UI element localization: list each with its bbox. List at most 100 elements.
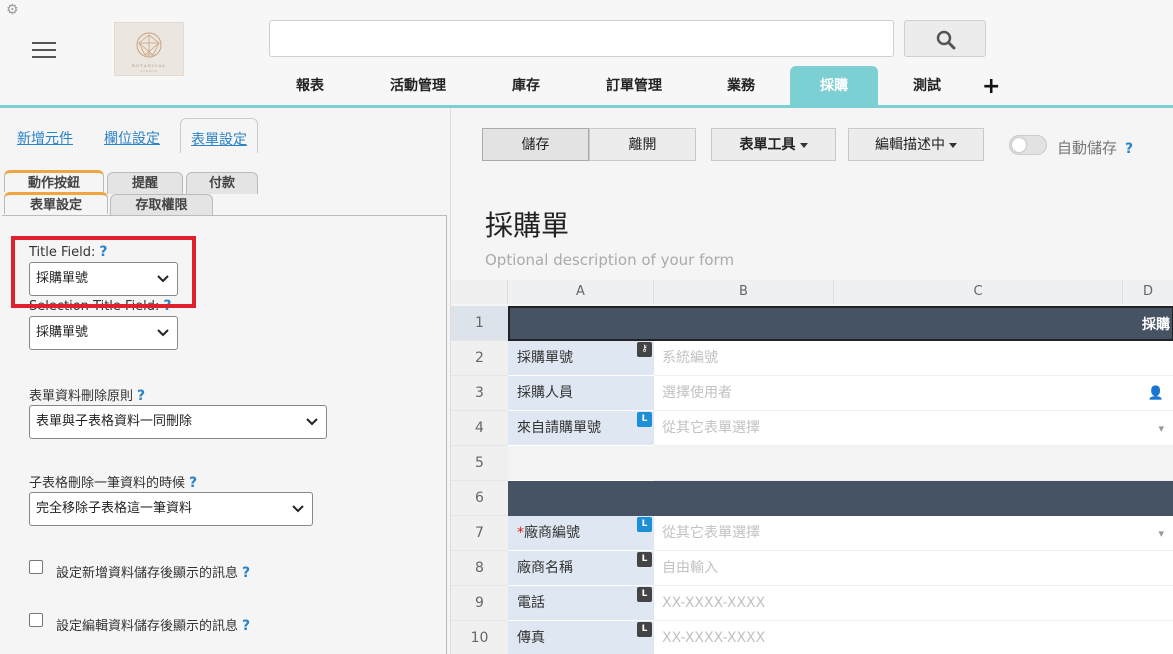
help-icon[interactable]: ? (137, 388, 145, 404)
help-icon[interactable]: ? (1125, 141, 1133, 157)
row-number[interactable]: 10 (451, 621, 508, 654)
empty-cell[interactable] (654, 446, 1173, 481)
corner-cell (451, 280, 508, 304)
form-tools-button[interactable]: 表單工具 (711, 128, 836, 161)
logo-text: BOTANICAL (131, 63, 167, 68)
field-label-cell[interactable]: 傳真 (508, 621, 654, 654)
nav-item-test[interactable]: 測試 (878, 66, 976, 105)
tab-field-settings[interactable]: 欄位設定 (104, 123, 160, 155)
form-grid: A B C D 1 採購 2 採購單號 ⚷ 系統編號 3 採購人員 選擇使用者 … (451, 280, 1173, 654)
field-value-cell[interactable]: XX-XXXX-XXXX (654, 586, 1173, 621)
logo-mark-icon (136, 32, 162, 58)
subtab-access-rights[interactable]: 存取權限 (110, 194, 213, 216)
logo-subtext: STUDIO (140, 69, 158, 73)
field-value-cell[interactable]: 自由輸入 (654, 551, 1173, 586)
autosave-toggle[interactable] (1009, 135, 1047, 155)
help-icon[interactable]: ? (242, 565, 250, 581)
tab-form-settings[interactable]: 表單設定 (180, 118, 258, 153)
column-header-b[interactable]: B (654, 280, 834, 304)
row-number[interactable]: 6 (451, 481, 508, 516)
form-description[interactable]: Optional description of your form (485, 251, 734, 269)
app-header: ⚙ BOTANICAL STUDIO 報表 活動管理 庫存 訂單管理 業務 採購 (0, 0, 1173, 108)
nav-item-events[interactable]: 活動管理 (360, 66, 476, 105)
row-number[interactable]: 2 (451, 341, 508, 376)
row-number[interactable]: 8 (451, 551, 508, 586)
lookup-badge-icon: L (637, 552, 652, 567)
subtable-delete-select[interactable]: 完全移除子表格這一筆資料 (29, 492, 313, 526)
help-icon[interactable]: ? (242, 618, 250, 634)
add-tab-button[interactable]: + (982, 74, 1000, 99)
column-header-c[interactable]: C (834, 280, 1123, 304)
subtab-reminders[interactable]: 提醒 (107, 172, 183, 194)
row-number[interactable]: 4 (451, 411, 508, 446)
field-value-cell[interactable]: 選擇使用者 👤 (654, 376, 1173, 411)
save-button[interactable]: 儲存 (482, 128, 589, 161)
section-header[interactable] (508, 481, 1173, 516)
user-icon: 👤 (1147, 386, 1164, 401)
nav-item-purchasing[interactable]: 採購 (790, 66, 878, 105)
chevron-down-icon (292, 505, 304, 513)
required-marker: * (517, 525, 524, 541)
caret-down-icon (949, 142, 957, 148)
key-icon: ⚷ (637, 342, 652, 357)
field-label-cell[interactable]: 採購人員 (508, 376, 654, 411)
nav-item-inventory[interactable]: 庫存 (476, 66, 576, 105)
field-label-cell[interactable]: 廠商名稱 (508, 551, 654, 586)
dropdown-arrow-icon: ▾ (1158, 527, 1164, 540)
selection-title-field-select[interactable]: 採購單號 (29, 316, 178, 350)
row-number[interactable]: 3 (451, 376, 508, 411)
hamburger-menu-icon[interactable] (32, 42, 56, 60)
field-value-cell[interactable]: 從其它表單選擇 ▾ (654, 516, 1173, 551)
tab-add-element[interactable]: 新增元件 (17, 123, 73, 155)
edit-message-checkbox[interactable] (29, 613, 43, 627)
delete-rule-value: 表單與子表格資料一同刪除 (36, 414, 193, 429)
lookup-badge-icon: L (637, 587, 652, 602)
search-button[interactable] (904, 20, 986, 57)
field-label-cell[interactable]: 電話 (508, 586, 654, 621)
field-label-cell[interactable]: 採購單號 (508, 341, 654, 376)
delete-rule-label: 表單資料刪除原則? (29, 388, 146, 404)
subtab-action-buttons[interactable]: 動作按鈕 (4, 170, 104, 192)
subtab-payment[interactable]: 付款 (186, 172, 258, 194)
column-header-a[interactable]: A (508, 280, 654, 304)
help-icon[interactable]: ? (189, 475, 197, 491)
search-input[interactable] (269, 20, 894, 57)
gear-icon[interactable]: ⚙ (6, 2, 19, 18)
subtab-form-settings[interactable]: 表單設定 (4, 192, 108, 214)
search-icon (936, 30, 956, 50)
field-value-cell[interactable]: XX-XXXX-XXXX (654, 621, 1173, 654)
empty-cell[interactable] (508, 446, 654, 481)
company-logo[interactable]: BOTANICAL STUDIO (114, 22, 184, 76)
nav-item-sales[interactable]: 業務 (692, 66, 790, 105)
chevron-down-icon (157, 329, 169, 337)
delete-rule-select[interactable]: 表單與子表格資料一同刪除 (29, 405, 327, 439)
autosave-label: 自動儲存? (1057, 139, 1134, 157)
edit-mode-label: 編輯描述中 (875, 137, 945, 153)
row-number[interactable]: 1 (451, 306, 508, 341)
row-number[interactable]: 5 (451, 446, 508, 481)
field-placeholder: 從其它表單選擇 (662, 420, 760, 436)
row-number[interactable]: 9 (451, 586, 508, 621)
leave-button[interactable]: 離開 (589, 128, 696, 161)
form-designer: 儲存 離開 表單工具 編輯描述中 自動儲存? 採購單 Optional desc… (450, 108, 1173, 654)
edit-mode-button[interactable]: 編輯描述中 (848, 128, 984, 161)
field-placeholder: 從其它表單選擇 (662, 525, 760, 541)
subtable-delete-value: 完全移除子表格這一筆資料 (36, 501, 193, 516)
section-header[interactable]: 採購 (508, 306, 1173, 341)
chevron-down-icon (306, 418, 318, 426)
new-message-label: 設定新增資料儲存後顯示的訊息? (56, 565, 251, 581)
row-number[interactable]: 7 (451, 516, 508, 551)
field-label-cell[interactable]: 來自請購單號 (508, 411, 654, 446)
column-header-d[interactable]: D (1123, 280, 1173, 304)
field-value-cell[interactable]: 從其它表單選擇 ▾ (654, 411, 1173, 446)
edit-message-label: 設定編輯資料儲存後顯示的訊息? (56, 618, 251, 634)
link-badge-icon: L (637, 517, 652, 532)
nav-item-orders[interactable]: 訂單管理 (576, 66, 692, 105)
link-badge-icon: L (637, 412, 652, 427)
field-label-cell[interactable]: *廠商編號 (508, 516, 654, 551)
subtable-delete-label: 子表格刪除一筆資料的時候? (29, 475, 198, 491)
field-value-cell[interactable]: 系統編號 (654, 341, 1173, 376)
new-message-checkbox[interactable] (29, 560, 43, 574)
form-title[interactable]: 採購單 (485, 204, 569, 244)
nav-item-reports[interactable]: 報表 (260, 66, 360, 105)
